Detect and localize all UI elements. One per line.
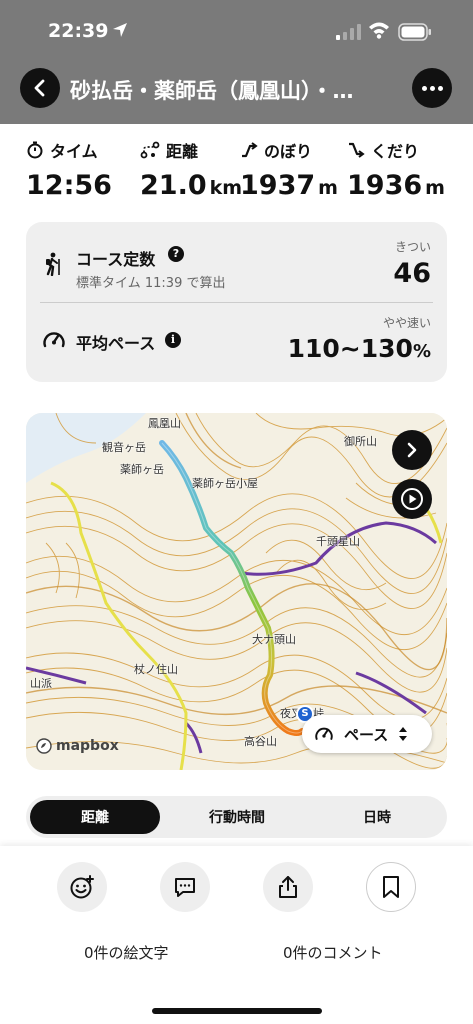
average-pace-label: 平均ペース	[76, 334, 156, 353]
cellular-signal-icon	[336, 24, 361, 40]
hiker-icon	[46, 252, 60, 276]
more-dot-icon	[429, 85, 435, 91]
tab-distance[interactable]: 距離	[30, 800, 160, 834]
info-icon[interactable]: i	[165, 332, 181, 348]
help-icon[interactable]: ?	[168, 246, 184, 262]
color-mode-label: ペース	[344, 725, 389, 744]
wifi-icon	[369, 22, 389, 39]
map-detail-button[interactable]	[392, 430, 432, 470]
stat-time: タイム 12:56	[26, 138, 112, 201]
bookmark-button[interactable]	[366, 862, 416, 912]
mapbox-label: mapbox	[56, 738, 119, 754]
reaction-bar: 0件の絵文字 0件のコメント	[0, 846, 473, 1024]
ascent-icon	[242, 142, 258, 158]
pace-tag: やや速い	[382, 316, 431, 330]
stat-unit: m	[318, 177, 338, 199]
share-icon	[279, 876, 297, 898]
play-icon	[401, 488, 423, 510]
map-label: 鳳凰山	[148, 417, 181, 430]
page-title: 砂払岳・薬師岳（鳳凰山）・…	[70, 79, 354, 103]
map-color-mode-select[interactable]: ペース	[302, 715, 432, 753]
chevron-right-icon	[407, 442, 417, 458]
standard-time-note: 標準タイム 11:39 で算出	[76, 276, 226, 291]
header: 22:39 砂払岳・薬師岳（鳳凰山）・…	[0, 0, 473, 124]
stat-label: 距離	[166, 142, 199, 161]
map-label: 大ナ頭山	[252, 633, 296, 646]
stat-value: 21.0	[140, 170, 207, 201]
battery-icon	[398, 23, 431, 41]
comment-icon	[175, 878, 195, 897]
comment-button[interactable]	[160, 862, 210, 912]
share-button[interactable]	[263, 862, 313, 912]
mapbox-attribution[interactable]: mapbox	[36, 738, 119, 754]
stat-value: 1936	[347, 170, 423, 201]
route-icon	[140, 141, 160, 159]
comment-count[interactable]: 0件のコメント	[283, 942, 383, 963]
emoji-count[interactable]: 0件の絵文字	[84, 942, 169, 963]
course-constant-label: コース定数	[76, 250, 156, 269]
replay-button[interactable]	[392, 479, 432, 519]
tab-datetime[interactable]: 日時	[312, 800, 442, 834]
home-indicator[interactable]	[152, 1008, 322, 1014]
average-pace-value: 110~130	[287, 334, 413, 363]
course-constant-value: 46	[393, 258, 431, 289]
divider	[40, 302, 433, 303]
difficulty-tag: きつい	[394, 240, 431, 254]
descent-icon	[349, 142, 365, 158]
stat-label: のぼり	[264, 142, 313, 161]
stat-value: 12:56	[26, 170, 112, 201]
stat-value: 1937	[240, 170, 316, 201]
stat-descent: くだり 1936 m	[347, 138, 445, 201]
map-label: 高谷山	[244, 735, 277, 748]
stat-distance: 距離 21.0 km	[140, 138, 242, 201]
speedometer-icon	[43, 332, 65, 348]
status-bar: 22:39	[0, 16, 473, 48]
chevron-left-icon	[34, 79, 45, 97]
location-arrow-icon	[113, 23, 127, 37]
stopwatch-icon	[27, 141, 43, 159]
map-label: 御所山	[344, 435, 377, 448]
more-dot-icon	[421, 85, 427, 91]
map-label: 薬師ヶ岳小屋	[192, 477, 258, 490]
map-label: 杖ノ住山	[134, 663, 178, 676]
stat-ascent: のぼり 1937 m	[240, 138, 338, 201]
map-label: 千頭星山	[316, 535, 360, 548]
more-options-button[interactable]	[412, 68, 452, 108]
stat-label: くだり	[371, 142, 420, 161]
status-time: 22:39	[48, 20, 109, 42]
sort-arrows-icon	[399, 727, 408, 741]
map-label: 観音ヶ岳	[102, 441, 146, 454]
route-map[interactable]: 鳳凰山 観音ヶ岳 薬師ヶ岳 薬師ヶ岳小屋 御所山 千頭星山 大ナ頭山 夜叉神峠 …	[26, 413, 447, 770]
chart-axis-tabs: 距離 行動時間 日時	[26, 796, 447, 838]
add-emoji-button[interactable]	[57, 862, 107, 912]
stat-label: タイム	[50, 142, 98, 161]
stat-unit: km	[209, 177, 243, 199]
more-dot-icon	[437, 85, 443, 91]
stat-unit: m	[425, 177, 445, 199]
back-button[interactable]	[20, 68, 60, 108]
bookmark-icon	[383, 876, 399, 898]
speedometer-icon	[315, 727, 333, 740]
activity-stats: タイム 12:56 距離 21.0 km のぼり 1937 m くだり 1936 m	[0, 138, 473, 208]
map-label: 薬師ヶ岳	[120, 463, 164, 476]
emoji-add-icon	[70, 875, 94, 899]
tab-moving-time[interactable]: 行動時間	[172, 800, 302, 834]
map-label: 山派	[30, 677, 52, 690]
mapbox-logo-icon	[36, 738, 52, 754]
pace-unit: %	[412, 341, 431, 362]
course-summary-card: コース定数 ? 標準タイム 11:39 で算出 きつい 46 平均ペース i や…	[26, 222, 447, 382]
